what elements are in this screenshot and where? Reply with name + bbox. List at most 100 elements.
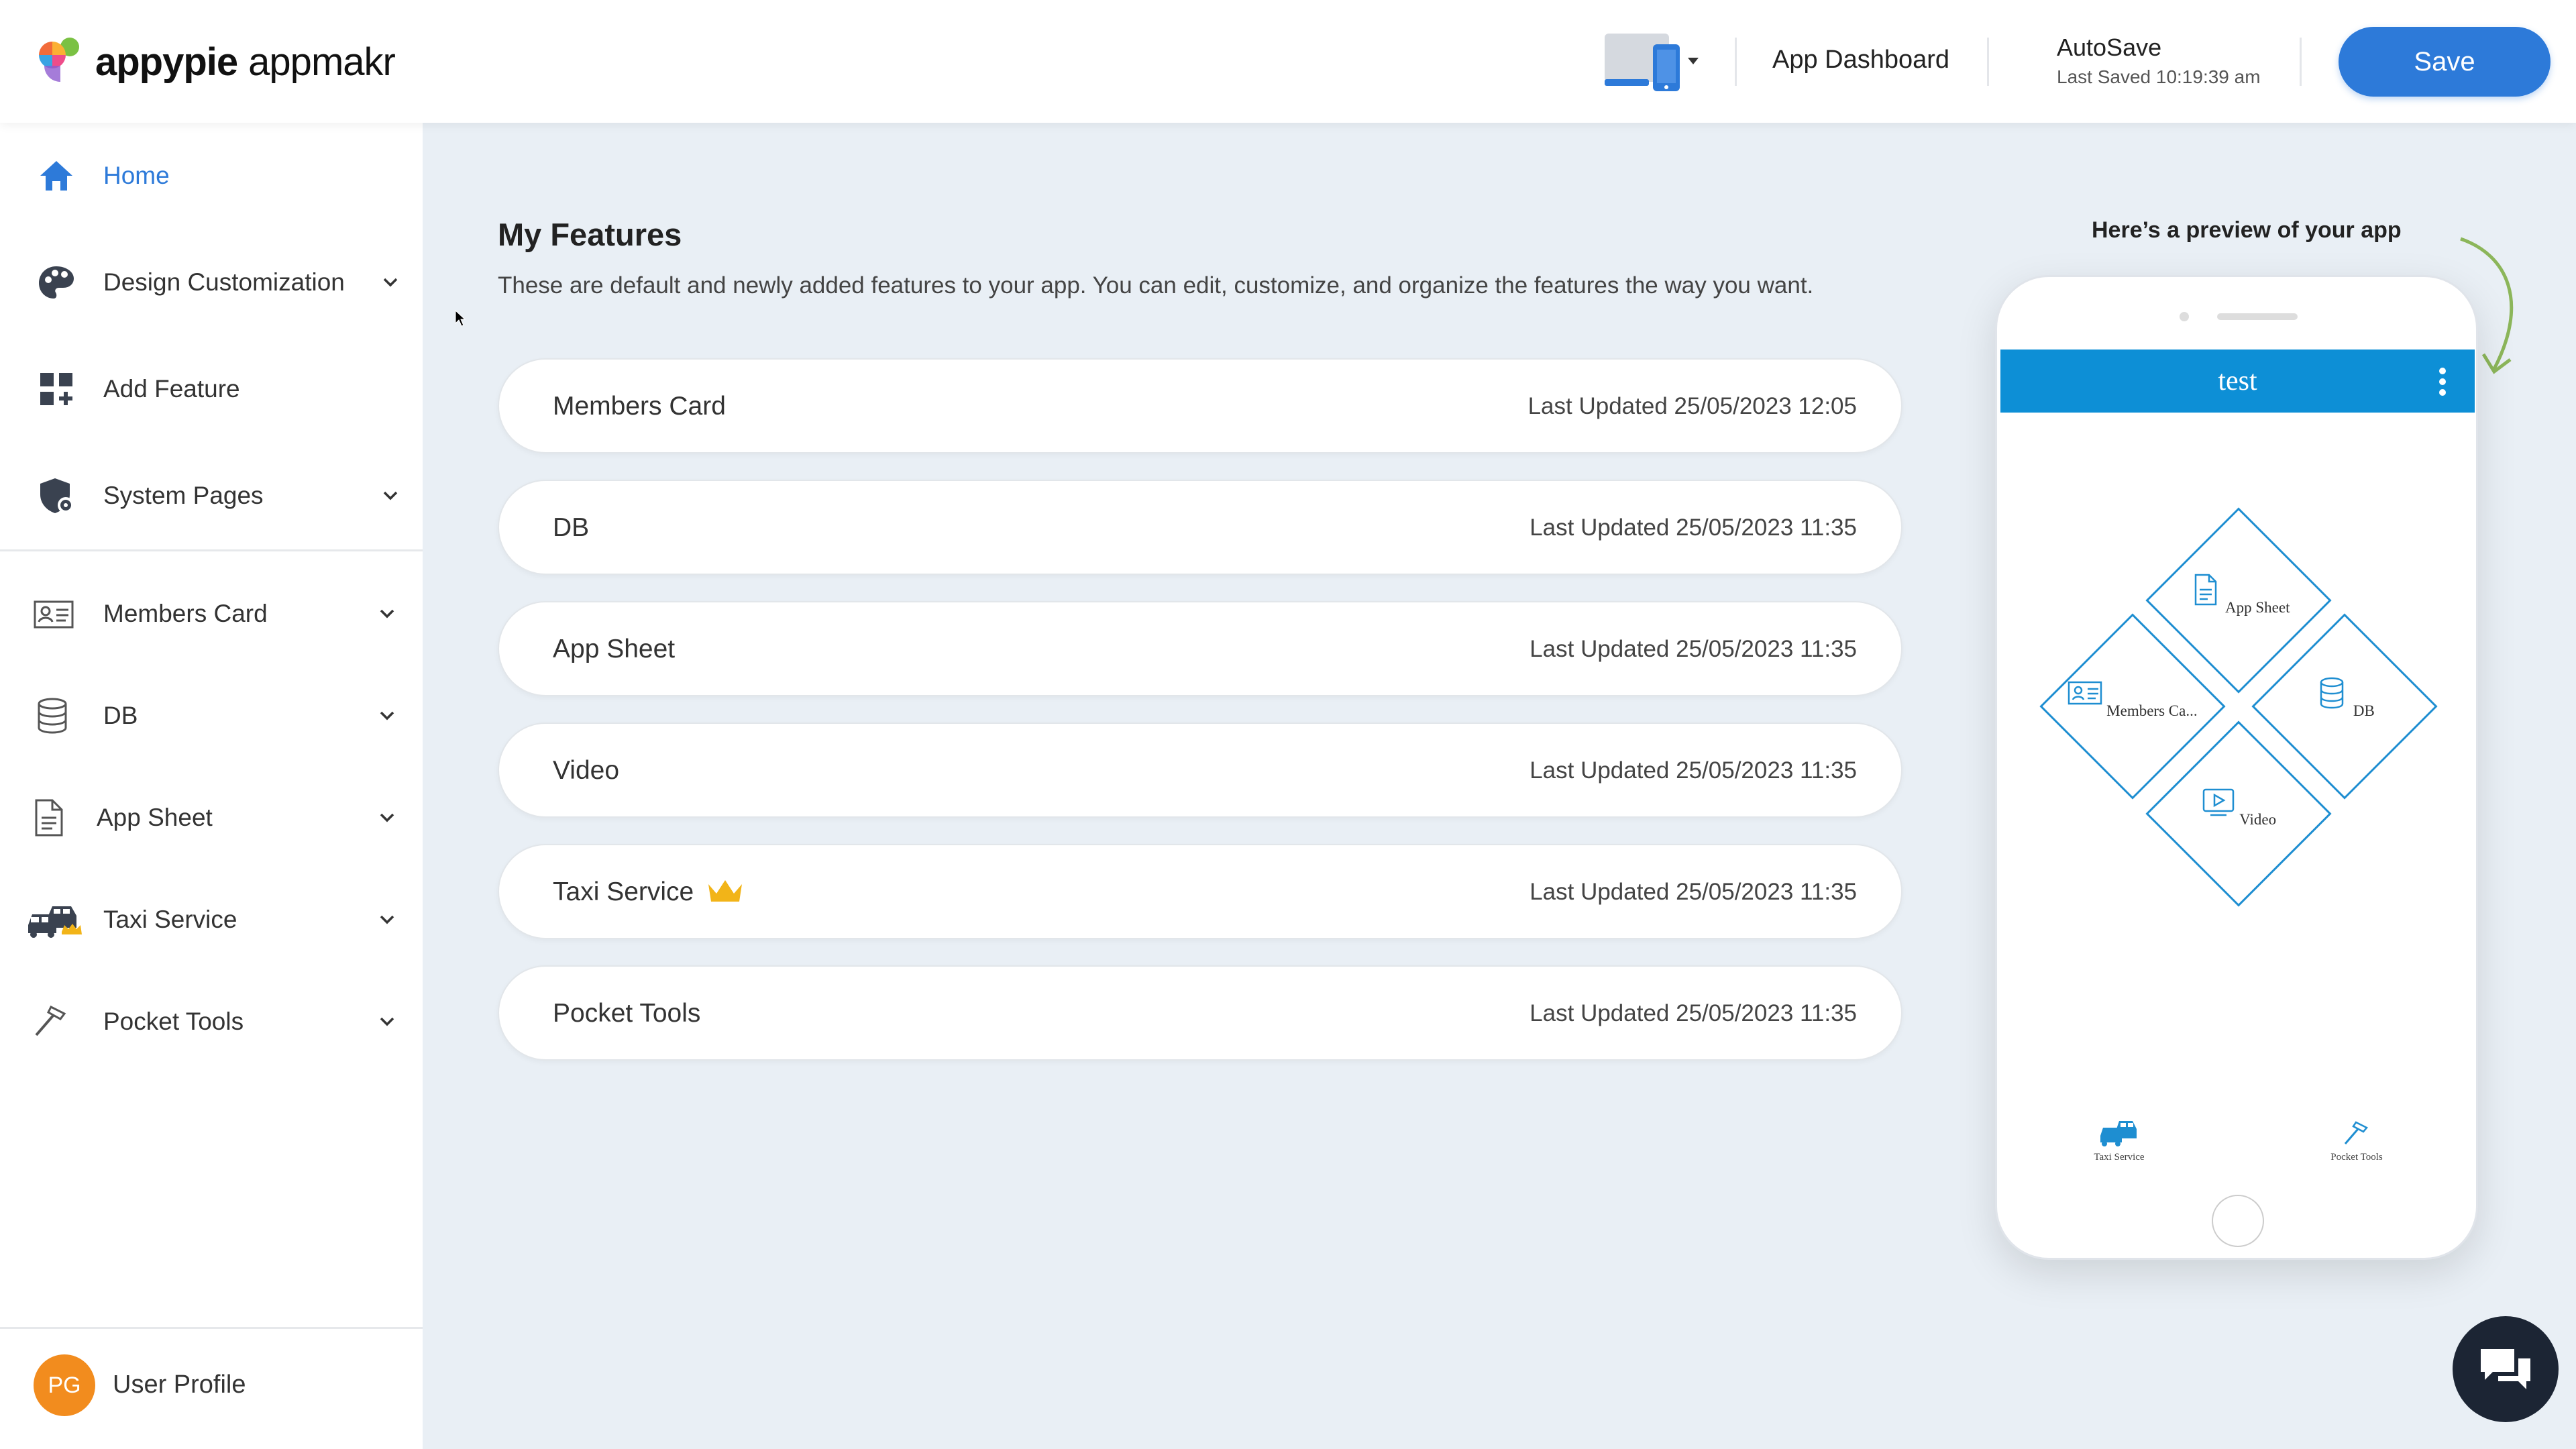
sidebar-divider [0, 549, 423, 551]
preview-tab-taxi-service[interactable]: Taxi Service [2065, 1116, 2173, 1163]
sidebar-item-label: Home [103, 162, 170, 189]
database-icon [38, 698, 67, 734]
header-divider [2300, 38, 2302, 86]
chevron-down-icon[interactable] [376, 806, 398, 829]
phone-preview: test App Sheet Members Ca... DB Video Ta… [1995, 275, 2478, 1260]
save-button[interactable]: Save [2339, 27, 2551, 97]
feature-last-updated: Last Updated 25/05/2023 11:35 [1529, 1000, 1857, 1026]
crown-icon [708, 880, 742, 902]
sidebar-item-home[interactable]: Home [0, 136, 423, 216]
tile-app-sheet-content: App Sheet [2158, 572, 2319, 616]
chevron-down-icon[interactable] [376, 602, 398, 625]
app-dashboard-link[interactable]: App Dashboard [1772, 46, 1949, 74]
autosave-label: AutoSave [2057, 34, 2162, 61]
document-icon [2194, 574, 2216, 606]
tile-video-content: Video [2158, 784, 2319, 828]
sidebar-item-pocket-tools[interactable]: Pocket Tools [0, 981, 423, 1062]
sidebar-item-db[interactable]: DB [0, 676, 423, 756]
sidebar-item-label: Design Customization [103, 268, 345, 296]
database-icon [2320, 677, 2344, 709]
sidebar-item-label: System Pages [103, 482, 264, 509]
header-divider [1735, 38, 1737, 86]
more-vertical-icon[interactable] [2438, 367, 2447, 396]
palette-icon [39, 266, 74, 299]
sidebar-item-label: Add Feature [103, 375, 240, 402]
feature-row-members-card[interactable]: Members Card Last Updated 25/05/2023 12:… [498, 358, 1902, 453]
sidebar-item-add-feature[interactable]: Add Feature [0, 349, 423, 429]
taxi-icon [28, 906, 82, 938]
sidebar-item-label: DB [103, 702, 138, 729]
chevron-down-icon[interactable] [376, 704, 398, 727]
chat-bubbles-icon [2481, 1349, 2530, 1389]
preview-tab-pocket-tools[interactable]: Pocket Tools [2303, 1116, 2410, 1163]
id-card-icon [2068, 681, 2102, 705]
page-title: My Features [498, 217, 682, 252]
tile-members-card-content: Members Ca... [2052, 676, 2213, 720]
mouse-cursor-icon [455, 310, 466, 327]
tile-label: Members Ca... [2106, 702, 2198, 719]
hammer-icon [2344, 1121, 2368, 1144]
feature-row-taxi-service[interactable]: Taxi Service Last Updated 25/05/2023 11:… [498, 844, 1902, 939]
id-card-icon [34, 600, 74, 629]
tile-label: DB [2353, 702, 2375, 719]
sidebar-item-taxi-service[interactable]: Taxi Service [0, 879, 423, 960]
feature-row-pocket-tools[interactable]: Pocket Tools Last Updated 25/05/2023 11:… [498, 965, 1902, 1061]
feature-name: Video [553, 756, 620, 785]
feature-name: Members Card [553, 392, 726, 421]
tile-label: App Sheet [2225, 599, 2290, 616]
preview-label: Here’s a preview of your app [2092, 217, 2402, 243]
brand-secondary: appmakr [248, 40, 396, 84]
brand-primary: appypie [95, 40, 238, 84]
chevron-down-icon[interactable] [376, 1010, 398, 1033]
sidebar-item-label: Members Card [103, 600, 268, 627]
add-grid-icon [40, 373, 72, 405]
sidebar-item-label: Pocket Tools [103, 1008, 244, 1035]
app-logo[interactable]: appypie appmakr [32, 35, 396, 89]
sidebar-item-label: Taxi Service [103, 906, 237, 933]
tab-label: Pocket Tools [2330, 1152, 2383, 1163]
chevron-down-icon[interactable] [379, 484, 402, 507]
home-icon [40, 161, 72, 191]
tile-db-content: DB [2264, 676, 2425, 720]
phone-camera [2180, 312, 2189, 321]
phone-home-button [2212, 1195, 2264, 1247]
chevron-down-icon[interactable] [379, 271, 402, 294]
avatar: PG [34, 1354, 95, 1416]
tab-label: Taxi Service [2094, 1152, 2145, 1163]
feature-last-updated: Last Updated 25/05/2023 11:35 [1529, 879, 1857, 905]
preview-app-title: test [2218, 366, 2257, 396]
page-subtitle: These are default and newly added featur… [498, 272, 1814, 299]
video-play-icon [2202, 788, 2235, 816]
shield-gear-icon [40, 478, 74, 513]
header-divider [1987, 38, 1989, 86]
taxi-icon [2100, 1121, 2137, 1146]
sidebar-item-system-pages[interactable]: System Pages [0, 455, 423, 536]
feature-name: DB [553, 513, 590, 542]
feature-row-app-sheet[interactable]: App Sheet Last Updated 25/05/2023 11:35 [498, 601, 1902, 696]
top-header: appypie appmakr App Dashboard AutoSave L… [0, 0, 2576, 123]
device-switch-icon[interactable] [1602, 30, 1703, 94]
user-profile[interactable]: PG User Profile [0, 1327, 423, 1449]
hammer-icon [35, 1005, 66, 1036]
tile-label: Video [2239, 811, 2277, 828]
user-profile-label: User Profile [113, 1371, 246, 1399]
feature-last-updated: Last Updated 25/05/2023 11:35 [1529, 636, 1857, 662]
logo-icon [39, 38, 79, 82]
feature-name: Pocket Tools [553, 999, 701, 1028]
chat-support-button[interactable] [2453, 1316, 2559, 1422]
preview-app-bar: test [2000, 350, 2475, 413]
chevron-down-icon[interactable] [376, 908, 398, 931]
feature-last-updated: Last Updated 25/05/2023 11:35 [1529, 757, 1857, 784]
document-icon [35, 799, 63, 837]
sidebar-item-label: App Sheet [97, 804, 213, 831]
feature-name: Taxi Service [553, 877, 694, 906]
feature-row-db[interactable]: DB Last Updated 25/05/2023 11:35 [498, 480, 1902, 575]
sidebar-item-members-card[interactable]: Members Card [0, 574, 423, 654]
feature-row-video[interactable]: Video Last Updated 25/05/2023 11:35 [498, 722, 1902, 818]
sidebar: Home Design Customization Add Feature Sy… [0, 123, 423, 1449]
phone-speaker [2217, 313, 2298, 320]
feature-name: App Sheet [553, 635, 676, 663]
sidebar-item-app-sheet[interactable]: App Sheet [0, 777, 423, 858]
sidebar-item-design-customization[interactable]: Design Customization [0, 242, 423, 323]
feature-last-updated: Last Updated 25/05/2023 11:35 [1529, 515, 1857, 541]
